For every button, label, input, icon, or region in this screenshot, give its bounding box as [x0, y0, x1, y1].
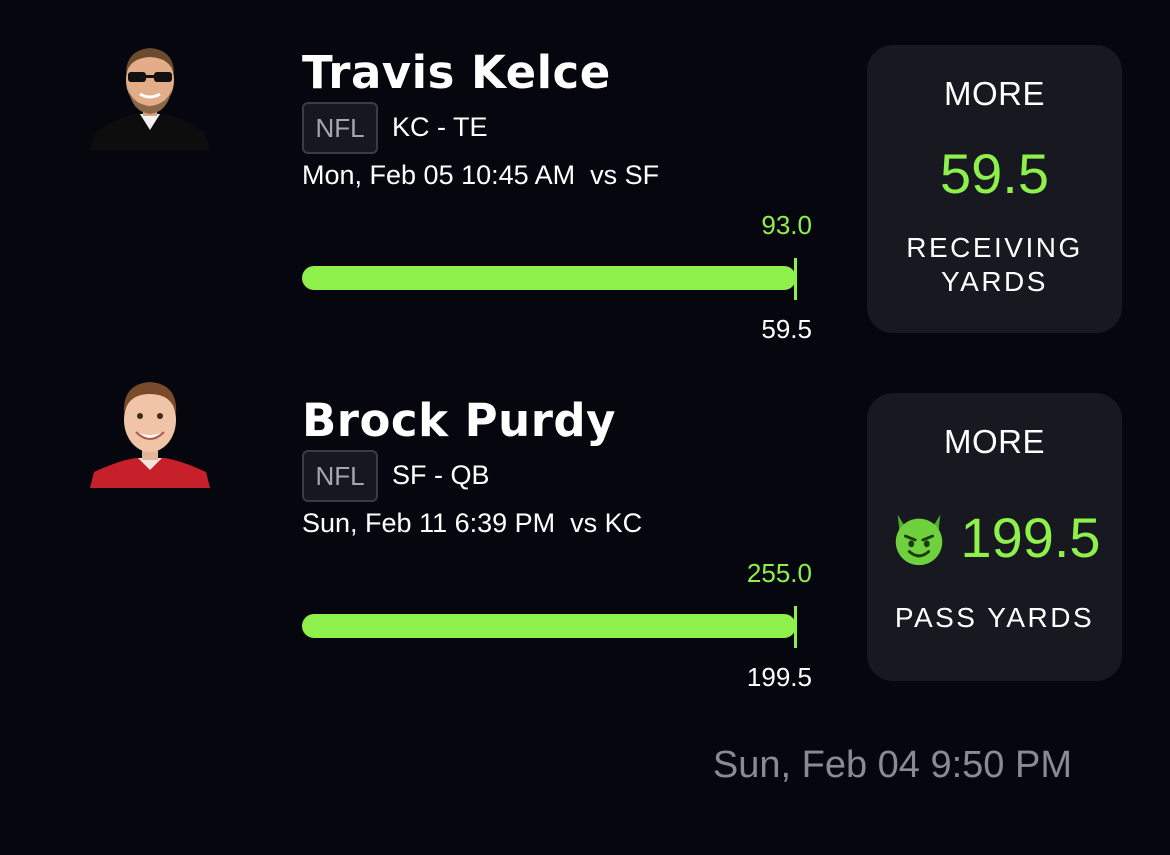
projection-card[interactable]: MORE 59.5 RECEIVING YARDS	[867, 45, 1122, 333]
pick-card: Brock Purdy NFL SF - QB Sun, Feb 11 6:39…	[0, 348, 1170, 692]
team-position: KC - TE	[392, 112, 488, 142]
player-name: Travis Kelce	[302, 46, 611, 99]
projection-value: 199.5	[960, 506, 1101, 569]
actual-value: 255.0	[746, 558, 812, 588]
league-badge: NFL	[302, 450, 378, 502]
projection-row: 59.5	[867, 141, 1122, 206]
projection-value: 59.5	[940, 142, 1049, 205]
projection-row: 199.5	[867, 505, 1122, 570]
progress-fill	[302, 266, 796, 290]
projection-card[interactable]: MORE 199.5 PASS YARDS	[867, 393, 1122, 681]
actual-value: 93.0	[761, 210, 812, 240]
game-info: Sun, Feb 11 6:39 PM vs KC	[302, 508, 643, 538]
smiling-devil-icon	[896, 514, 943, 565]
line-marker	[794, 606, 797, 648]
team-position: SF - QB	[392, 460, 490, 490]
line-value: 59.5	[761, 314, 812, 344]
player-name: Brock Purdy	[302, 394, 616, 447]
entry-screen: Travis Kelce NFL KC - TE Mon, Feb 05 10:…	[0, 0, 1170, 855]
player-headshot-icon	[90, 30, 210, 150]
stat-type-label: PASS YARDS	[894, 602, 1095, 633]
player-headshot-icon	[90, 368, 210, 488]
progress-bar	[302, 614, 796, 638]
direction-label: MORE	[944, 423, 1045, 460]
stat-type: RECEIVING YARDS	[867, 231, 1122, 299]
entry-timestamp: Sun, Feb 04 9:50 PM	[712, 744, 1072, 786]
pick-card: Travis Kelce NFL KC - TE Mon, Feb 05 10:…	[0, 0, 1170, 344]
stat-type-label: RECEIVING YARDS	[906, 232, 1083, 297]
direction-label: MORE	[944, 75, 1045, 112]
game-info: Mon, Feb 05 10:45 AM vs SF	[302, 160, 660, 190]
progress-fill	[302, 614, 796, 638]
stat-type: PASS YARDS	[867, 601, 1122, 635]
line-marker	[794, 258, 797, 300]
progress-bar	[302, 266, 796, 290]
league-badge: NFL	[302, 102, 378, 154]
line-value: 199.5	[746, 662, 812, 692]
